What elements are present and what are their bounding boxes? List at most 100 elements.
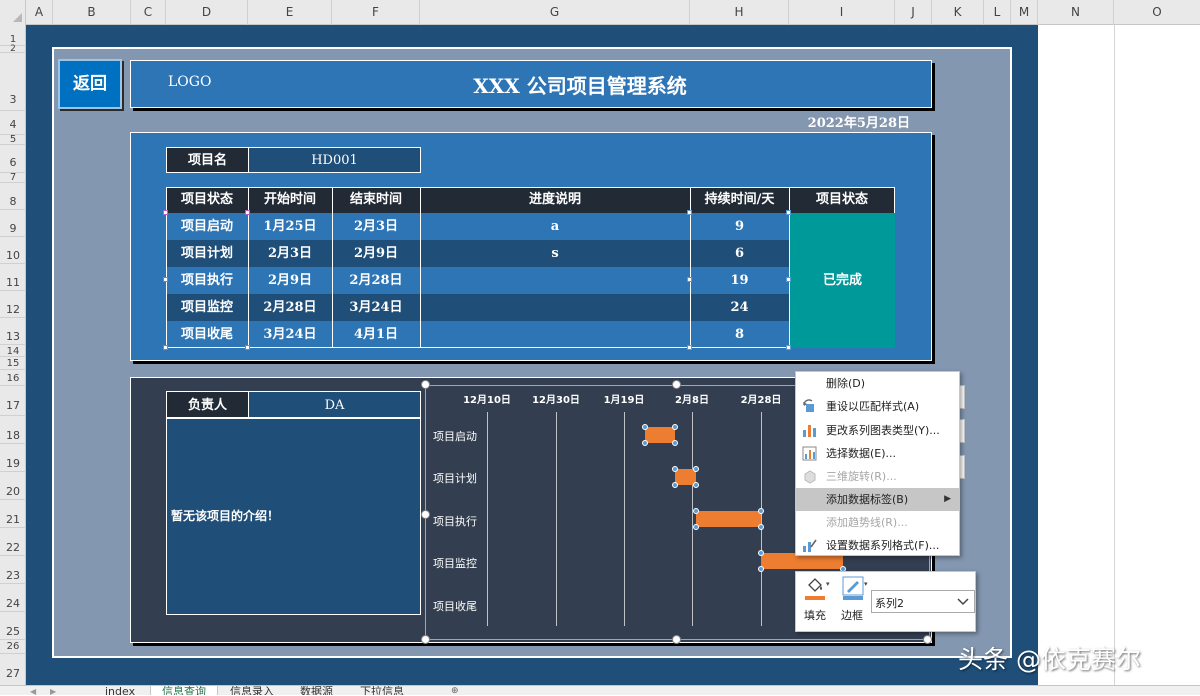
row-header[interactable]: 19: [0, 444, 26, 472]
sheet-empty-area[interactable]: [1038, 25, 1200, 685]
menu-item-add-trendline[interactable]: 添加趋势线(R)...: [796, 511, 959, 534]
series-point-handle[interactable]: [692, 508, 699, 514]
series-point-handle[interactable]: [758, 508, 764, 514]
column-header-m[interactable]: M: [1011, 0, 1038, 25]
chart-resize-handle[interactable]: [923, 635, 932, 644]
selection-handle[interactable]: [163, 210, 168, 215]
row-header[interactable]: 24: [0, 584, 26, 612]
end-date-cell[interactable]: 2月9日: [332, 240, 420, 267]
series-point-handle[interactable]: [641, 440, 648, 446]
stage-cell[interactable]: 项目收尾: [166, 321, 248, 348]
selection-handle[interactable]: [163, 277, 168, 282]
column-header-a[interactable]: A: [26, 0, 53, 25]
end-date-cell[interactable]: 3月24日: [332, 294, 420, 321]
column-header-c[interactable]: C: [131, 0, 166, 25]
note-cell[interactable]: s: [420, 240, 690, 267]
column-header-g[interactable]: G: [420, 0, 690, 25]
column-header-d[interactable]: D: [166, 0, 248, 25]
series-point-handle[interactable]: [692, 482, 699, 488]
row-header[interactable]: 7: [0, 173, 26, 183]
menu-item-change-chart-type[interactable]: 更改系列图表类型(Y)...: [796, 419, 959, 442]
sheet-tab-query[interactable]: 信息查询: [150, 686, 218, 695]
column-header-l[interactable]: L: [984, 0, 1011, 25]
start-date-cell[interactable]: 1月25日: [248, 213, 332, 240]
row-header[interactable]: 8: [0, 183, 26, 210]
duration-cell[interactable]: 9: [690, 213, 789, 240]
selection-handle[interactable]: [245, 345, 250, 350]
series-point-handle[interactable]: [758, 566, 764, 572]
series-point-handle[interactable]: [692, 524, 699, 530]
end-date-cell[interactable]: 4月1日: [332, 321, 420, 348]
selection-handle[interactable]: [687, 345, 692, 350]
row-header[interactable]: 2: [0, 45, 26, 54]
end-date-cell[interactable]: 2月3日: [332, 213, 420, 240]
row-header[interactable]: 23: [0, 556, 26, 584]
stage-cell[interactable]: 项目监控: [166, 294, 248, 321]
column-header-f[interactable]: F: [332, 0, 420, 25]
row-header[interactable]: 5: [0, 135, 26, 145]
selection-handle[interactable]: [786, 345, 791, 350]
project-intro-box[interactable]: 暂无该项目的介绍！: [166, 418, 421, 615]
row-header[interactable]: 9: [0, 210, 26, 237]
series-point-handle[interactable]: [758, 524, 764, 530]
duration-cell[interactable]: 19: [690, 267, 789, 294]
selection-handle[interactable]: [687, 210, 692, 215]
series-point-handle[interactable]: [641, 424, 648, 430]
selection-handle[interactable]: [687, 277, 692, 282]
project-name-value[interactable]: HD001: [248, 147, 421, 173]
row-header[interactable]: 12: [0, 291, 26, 318]
column-header-b[interactable]: B: [53, 0, 131, 25]
menu-item-format-data-series[interactable]: 设置数据系列格式(F)...: [796, 534, 959, 557]
column-header-j[interactable]: J: [895, 0, 932, 25]
series-point-handle[interactable]: [758, 550, 764, 556]
column-header-i[interactable]: I: [789, 0, 895, 25]
fill-button[interactable]: ▾: [804, 576, 832, 606]
duration-cell[interactable]: 24: [690, 294, 789, 321]
sheet-tab-dropdown[interactable]: 下拉信息: [360, 686, 404, 695]
selection-handle[interactable]: [786, 277, 791, 282]
row-header[interactable]: 16: [0, 370, 26, 386]
note-cell[interactable]: [420, 267, 690, 294]
menu-item-select-data[interactable]: 选择数据(E)...: [796, 442, 959, 465]
back-button[interactable]: 返回: [58, 59, 122, 109]
start-date-cell[interactable]: 3月24日: [248, 321, 332, 348]
row-header[interactable]: 13: [0, 318, 26, 345]
selection-handle[interactable]: [163, 345, 168, 350]
sheet-tab-entry[interactable]: 信息录入: [230, 686, 274, 695]
selection-handle[interactable]: [245, 210, 250, 215]
sheet-tab-datasource[interactable]: 数据源: [300, 686, 333, 695]
note-cell[interactable]: a: [420, 213, 690, 240]
gantt-bar[interactable]: [644, 427, 676, 443]
column-header-h[interactable]: H: [690, 0, 789, 25]
menu-item-delete[interactable]: 删除(D): [796, 372, 959, 395]
menu-item-add-data-labels[interactable]: 添加数据标签(B) ▶: [796, 488, 959, 511]
row-header[interactable]: 25: [0, 612, 26, 640]
menu-item-3d-rotation[interactable]: 三维旋转(R)...: [796, 465, 959, 488]
note-cell[interactable]: [420, 321, 690, 348]
owner-value[interactable]: DA: [248, 391, 421, 418]
duration-cell[interactable]: 6: [690, 240, 789, 267]
border-button[interactable]: ▾: [842, 576, 870, 606]
row-header[interactable]: 17: [0, 386, 26, 416]
chart-resize-handle[interactable]: [421, 510, 430, 519]
row-header[interactable]: 11: [0, 264, 26, 291]
end-date-cell[interactable]: 2月28日: [332, 267, 420, 294]
sheet-tab-index[interactable]: index: [105, 686, 135, 695]
note-cell[interactable]: [420, 294, 690, 321]
series-select[interactable]: 系列2: [871, 590, 975, 613]
column-header-o[interactable]: O: [1114, 0, 1200, 25]
series-point-handle[interactable]: [692, 466, 699, 472]
row-header[interactable]: 4: [0, 111, 26, 135]
dropdown-arrow-icon[interactable]: ▾: [864, 580, 868, 588]
row-header[interactable]: 27: [0, 654, 26, 685]
select-all-corner[interactable]: [0, 0, 26, 25]
column-header-k[interactable]: K: [932, 0, 984, 25]
status-badge[interactable]: 已完成: [789, 213, 895, 348]
row-header[interactable]: 14: [0, 345, 26, 357]
menu-item-reset-style[interactable]: 重设以匹配样式(A): [796, 395, 959, 418]
duration-cell[interactable]: 8: [690, 321, 789, 348]
stage-cell[interactable]: 项目执行: [166, 267, 248, 294]
row-header[interactable]: 15: [0, 357, 26, 370]
row-header[interactable]: 22: [0, 528, 26, 556]
start-date-cell[interactable]: 2月28日: [248, 294, 332, 321]
